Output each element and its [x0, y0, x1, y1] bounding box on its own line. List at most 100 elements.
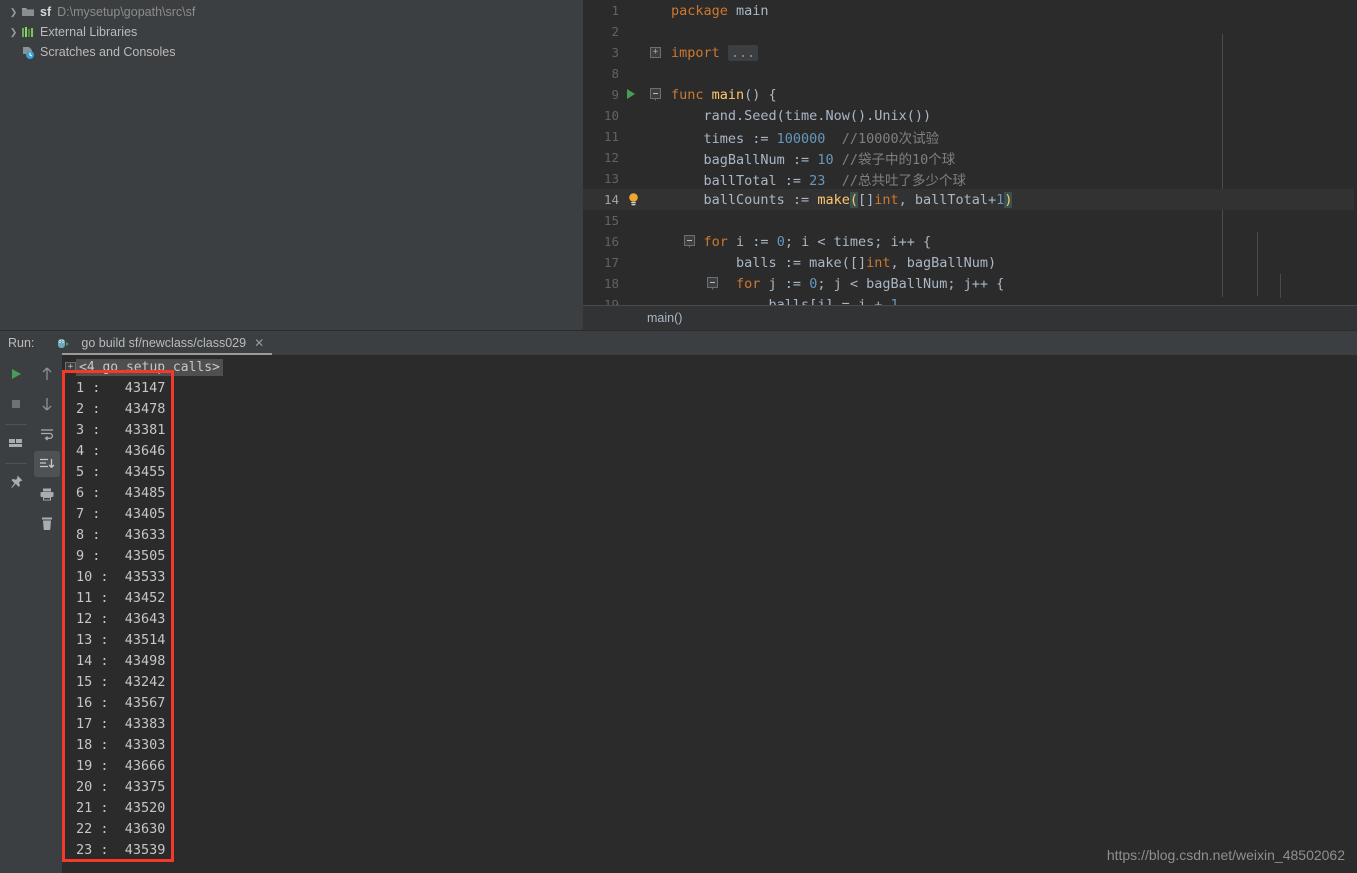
- gutter-marker[interactable]: [623, 252, 645, 273]
- pin-tab-button[interactable]: [3, 469, 29, 495]
- intention-bulb-icon[interactable]: [627, 192, 640, 207]
- line-number: 15: [603, 213, 619, 228]
- code-line[interactable]: 2: [583, 21, 1357, 42]
- chevron-placeholder: ❯: [6, 42, 21, 62]
- fold-collapse-icon[interactable]: [684, 235, 695, 248]
- tree-item-external-libraries[interactable]: ❯ External Libraries: [0, 22, 583, 42]
- gutter-marker[interactable]: [623, 84, 645, 105]
- code-line[interactable]: 18 for j := 0; j < bagBallNum; j++ {: [583, 273, 1357, 294]
- code-text: package main: [665, 3, 769, 19]
- stop-button[interactable]: [3, 391, 29, 417]
- line-number: 3: [611, 45, 619, 60]
- tree-item-sf[interactable]: ❯ sf D:\mysetup\gopath\src\sf: [0, 2, 583, 22]
- rerun-button[interactable]: [3, 361, 29, 387]
- code-line[interactable]: 9 func main() {: [583, 84, 1357, 105]
- fold-collapse-icon[interactable]: [707, 277, 718, 290]
- down-the-stack-button[interactable]: [34, 391, 60, 417]
- console-output-row: 6 : 43485: [76, 485, 166, 501]
- code-token: []: [857, 191, 875, 208]
- code-line[interactable]: 1 package main: [583, 0, 1357, 21]
- line-number: 18: [603, 276, 619, 291]
- fold-gutter[interactable]: [645, 63, 665, 84]
- code-line[interactable]: 17 balls := make([]int, bagBallNum): [583, 252, 1357, 273]
- fold-gutter[interactable]: [645, 21, 665, 42]
- fold-gutter[interactable]: [645, 105, 665, 126]
- gutter-marker[interactable]: [623, 21, 645, 42]
- code-text: bagBallNum := 10 //袋子中的10个球: [665, 148, 956, 168]
- code-line[interactable]: 10 rand.Seed(time.Now().Unix()): [583, 105, 1357, 126]
- run-tab[interactable]: go build sf/newclass/class029 ✕: [52, 331, 268, 355]
- tree-item-name: sf: [40, 5, 52, 19]
- fold-gutter[interactable]: [645, 147, 665, 168]
- console-output[interactable]: + <4 go setup calls> 1 : 43147 2 : 43478 3…: [62, 355, 1357, 873]
- print-button[interactable]: [34, 481, 60, 507]
- gutter-marker[interactable]: [623, 63, 645, 84]
- run-tool-window-header: Run: go build sf/newclass/class029 ✕: [0, 331, 1357, 355]
- chevron-right-icon[interactable]: ❯: [6, 22, 21, 42]
- fold-gutter[interactable]: [645, 273, 718, 294]
- console-output-row: 14 : 43498: [76, 653, 166, 669]
- code-token: ...: [727, 44, 759, 61]
- chevron-right-icon[interactable]: ❯: [6, 2, 21, 22]
- gutter-marker[interactable]: [623, 105, 645, 126]
- code-token: j :=: [760, 275, 810, 292]
- fold-gutter[interactable]: [645, 0, 665, 21]
- fold-expand-icon[interactable]: +: [65, 362, 76, 373]
- line-number: 1: [611, 3, 619, 18]
- up-the-stack-button[interactable]: [34, 361, 60, 387]
- gutter-marker[interactable]: [623, 42, 645, 63]
- fold-gutter[interactable]: [645, 294, 665, 305]
- fold-gutter[interactable]: [645, 189, 665, 210]
- trash-icon[interactable]: [34, 511, 60, 537]
- code-token: i :=: [727, 233, 777, 250]
- fold-gutter[interactable]: [645, 231, 695, 252]
- fold-gutter[interactable]: +: [645, 42, 665, 63]
- folder-icon: [21, 6, 35, 18]
- fold-gutter[interactable]: [645, 84, 665, 105]
- code-line[interactable]: 3 + import ...: [583, 42, 1357, 63]
- fold-gutter[interactable]: [645, 126, 665, 147]
- code-line[interactable]: 15: [583, 210, 1357, 231]
- fold-gutter[interactable]: [645, 252, 665, 273]
- console-output-row: 17 : 43383: [76, 716, 166, 732]
- toolbar-separator: [5, 424, 27, 425]
- code-text: func main() {: [665, 87, 777, 103]
- gutter-marker[interactable]: [623, 147, 645, 168]
- line-number: 10: [603, 108, 619, 123]
- scroll-to-end-button[interactable]: [34, 451, 60, 477]
- console-fold-region[interactable]: + <4 go setup calls>: [62, 357, 1357, 378]
- gutter-marker[interactable]: [623, 168, 645, 189]
- code-text: for i := 0; i < times; i++ {: [665, 233, 932, 250]
- code-token: times :=: [671, 130, 777, 147]
- code-line[interactable]: 12 bagBallNum := 10 //袋子中的10个球: [583, 147, 1357, 168]
- console-output-row: 8 : 43633: [76, 527, 166, 543]
- code-line[interactable]: 11 times := 100000 //10000次试验: [583, 126, 1357, 147]
- code-token: //袋子中的10个球: [833, 151, 956, 168]
- code-body[interactable]: 1 package main 2 3 + import ... 8 9 func main() …: [583, 0, 1357, 305]
- close-icon[interactable]: ✕: [254, 337, 264, 349]
- gutter-marker[interactable]: [623, 210, 645, 231]
- code-line[interactable]: 8: [583, 63, 1357, 84]
- code-editor[interactable]: 1 package main 2 3 + import ... 8 9 func main() …: [583, 0, 1357, 305]
- fold-gutter[interactable]: [645, 168, 665, 189]
- gutter-marker[interactable]: [623, 231, 645, 252]
- gutter-marker[interactable]: [623, 0, 645, 21]
- code-line[interactable]: 16 for i := 0; i < times; i++ {: [583, 231, 1357, 252]
- fold-collapse-icon[interactable]: [650, 88, 661, 101]
- gutter-marker[interactable]: [623, 273, 645, 294]
- code-token: () {: [744, 86, 777, 103]
- fold-expand-icon[interactable]: +: [650, 47, 661, 58]
- code-token: (: [849, 191, 858, 208]
- restore-layout-button[interactable]: [3, 430, 29, 456]
- soft-wrap-button[interactable]: [34, 421, 60, 447]
- gutter-marker[interactable]: [623, 126, 645, 147]
- tree-item-scratches-and-consoles[interactable]: ❯ Scratches and Consoles: [0, 42, 583, 62]
- code-line[interactable]: 13 ballTotal := 23 //总共吐了多少个球: [583, 168, 1357, 189]
- gutter-marker[interactable]: [623, 189, 645, 210]
- run-gutter-icon[interactable]: [627, 89, 635, 99]
- fold-gutter[interactable]: [645, 210, 665, 231]
- gutter-marker[interactable]: [623, 294, 645, 305]
- code-line[interactable]: 19 balls[j] = j + 1: [583, 294, 1357, 306]
- code-line[interactable]: 14 ballCounts := make([]int, ballTotal+1…: [583, 189, 1357, 210]
- code-token: ([]: [841, 254, 867, 271]
